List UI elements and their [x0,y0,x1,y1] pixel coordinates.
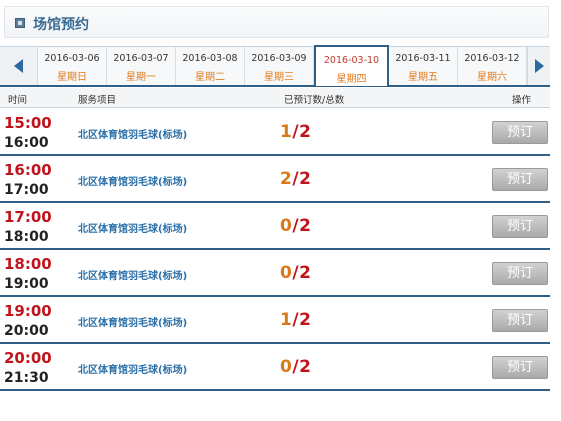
next-week-button[interactable] [527,47,550,85]
weekday-label: 星期四 [336,74,367,85]
table-header: 时间 服务项目 已预订数/总数 操作 [0,88,550,108]
page-title: 场馆预约 [33,17,89,33]
date-selector: 2016-03-06 星期日 2016-03-07 星期一 2016-03-08… [0,45,550,87]
date-label: 2016-03-06 [44,53,100,64]
date-tab-0307[interactable]: 2016-03-07 星期一 [107,47,176,85]
start-time: 16:00 [4,161,52,179]
service-name: 北区体育馆羽毛球(标场) [78,365,188,376]
table-row: 16:00 17:00 北区体育馆羽毛球(标场) 2/2 预订 [0,156,550,203]
table-row: 20:00 21:30 北区体育馆羽毛球(标场) 0/2 预订 [0,344,550,391]
date-tab-0310[interactable]: 2016-03-10 星期四 [314,45,389,86]
table-row: 15:00 16:00 北区体育馆羽毛球(标场) 1/2 预订 [0,109,550,156]
date-label: 2016-03-08 [182,53,238,64]
weekday-label: 星期日 [57,72,87,83]
start-time: 15:00 [4,114,52,132]
booking-count: 1/2 [280,122,312,142]
service-name: 北区体育馆羽毛球(标场) [78,271,188,282]
date-tab-0312[interactable]: 2016-03-12 星期六 [458,47,527,85]
end-time: 16:00 [4,135,49,151]
booking-count: 1/2 [280,310,312,330]
table-row: 17:00 18:00 北区体育馆羽毛球(标场) 0/2 预订 [0,203,550,250]
service-name: 北区体育馆羽毛球(标场) [78,177,188,188]
table-row: 19:00 20:00 北区体育馆羽毛球(标场) 1/2 预订 [0,297,550,344]
booked-count: 0 [280,357,293,377]
book-button[interactable]: 预订 [492,121,548,144]
end-time: 20:00 [4,323,49,339]
date-tab-0308[interactable]: 2016-03-08 星期二 [176,47,245,85]
col-time: 时间 [8,95,28,106]
booked-count: 1 [280,122,293,142]
book-button[interactable]: 预订 [492,356,548,379]
col-count: 已预订数/总数 [284,95,345,106]
booked-count: 1 [280,310,293,330]
end-time: 19:00 [4,276,49,292]
col-action: 操作 [512,95,532,106]
booking-count: 0/2 [280,357,312,377]
total-count: 2 [299,263,312,283]
venue-booking-header: 场馆预约 [4,6,549,38]
weekday-label: 星期五 [408,72,438,83]
date-label: 2016-03-11 [395,53,451,64]
end-time: 17:00 [4,182,49,198]
booked-count: 2 [280,169,293,189]
date-label: 2016-03-12 [464,53,520,64]
booking-count: 0/2 [280,216,312,236]
date-tab-0309[interactable]: 2016-03-09 星期三 [245,47,314,85]
date-tab-0311[interactable]: 2016-03-11 星期五 [389,47,458,85]
total-count: 2 [299,169,312,189]
weekday-label: 星期三 [264,72,294,83]
total-count: 2 [299,216,312,236]
start-time: 17:00 [4,208,52,226]
col-service: 服务项目 [78,95,117,106]
start-time: 20:00 [4,349,52,367]
weekday-label: 星期一 [126,72,156,83]
service-name: 北区体育馆羽毛球(标场) [78,318,188,329]
book-button[interactable]: 预订 [492,262,548,285]
arrow-left-icon [14,59,23,73]
book-button[interactable]: 预订 [492,309,548,332]
service-name: 北区体育馆羽毛球(标场) [78,224,188,235]
end-time: 18:00 [4,229,49,245]
weekday-label: 星期二 [195,72,225,83]
date-label: 2016-03-09 [251,53,307,64]
panel-icon [15,18,25,28]
booking-count: 0/2 [280,263,312,283]
booking-count: 2/2 [280,169,312,189]
total-count: 2 [299,357,312,377]
prev-week-button[interactable] [0,47,38,85]
date-tab-0306[interactable]: 2016-03-06 星期日 [38,47,107,85]
total-count: 2 [299,122,312,142]
service-name: 北区体育馆羽毛球(标场) [78,130,188,141]
arrow-right-icon [535,59,544,73]
end-time: 21:30 [4,370,49,386]
book-button[interactable]: 预订 [492,215,548,238]
booked-count: 0 [280,263,293,283]
start-time: 19:00 [4,302,52,320]
total-count: 2 [299,310,312,330]
weekday-label: 星期六 [477,72,507,83]
date-label: 2016-03-10 [323,55,380,66]
booked-count: 0 [280,216,293,236]
date-label: 2016-03-07 [113,53,169,64]
start-time: 18:00 [4,255,52,273]
book-button[interactable]: 预订 [492,168,548,191]
table-row: 18:00 19:00 北区体育馆羽毛球(标场) 0/2 预订 [0,250,550,297]
